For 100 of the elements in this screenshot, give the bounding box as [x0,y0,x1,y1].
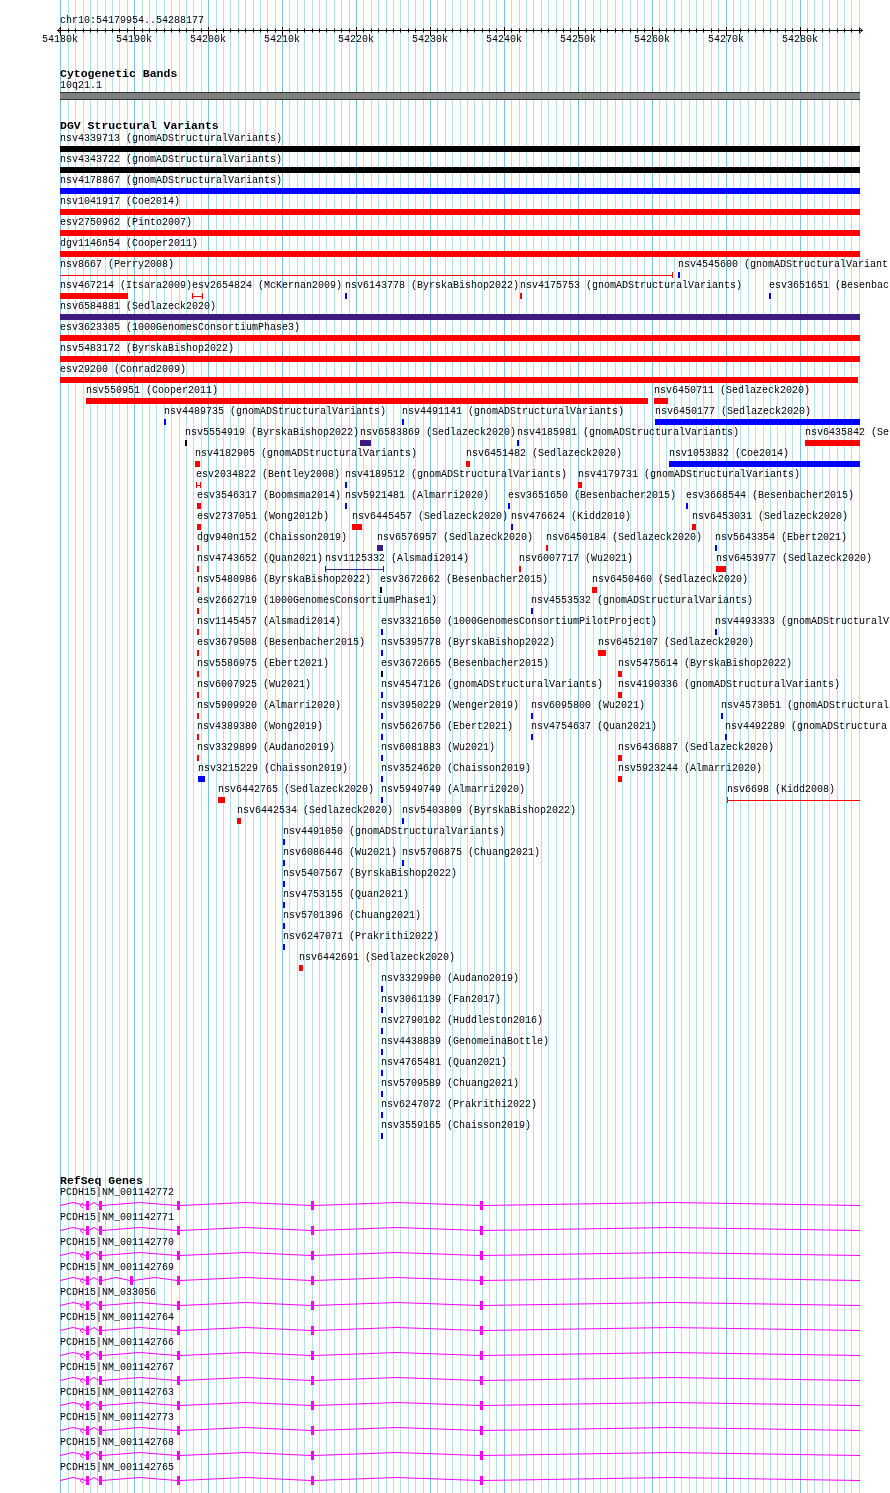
variant-label: nsv6143778 (ByrskaBishop2022) [345,280,520,292]
variant-label: nsv4185981 (gnomADStructuralVariants) [517,427,740,439]
variant-label: esv2737051 (Wong2012b) [197,511,330,523]
transcript-label: PCDH15|NM_001142766 [60,1337,175,1349]
variant-label: esv3321650 (1000GenomesConsortiumPilotProject) [381,616,658,628]
transcript-label: PCDH15|NM_001142765 [60,1462,175,1474]
variant-label: esv3623305 (1000GenomesConsortiumPhase3) [60,322,301,334]
variant-label: nsv5949749 (Almarri2020) [381,784,526,796]
variant-label: nsv6095800 (Wu2021) [531,700,646,712]
variant-label: nsv4489735 (gnomADStructuralVariants) [164,406,387,418]
variant-label: nsv6450460 (Sedlazeck2020) [592,574,749,586]
variant-label: nsv4491050 (gnomADStructuralVariants) [283,826,506,838]
variant-label: esv3668544 (Besenbacher2015) [686,490,855,502]
variant-label: nsv2790102 (Huddleston2016) [381,1015,544,1027]
variant-label: nsv4492289 (gnomADStructura [725,721,888,733]
variant-label: nsv3950229 (Wenger2019) [381,700,520,712]
transcript-label: PCDH15|NM_001142769 [60,1262,175,1274]
variant-label: nsv6435842 (Se [805,427,889,439]
variant-label: nsv6247071 (Prakrithi2022) [283,931,440,943]
variant-label: nsv4182905 (gnomADStructuralVariants) [195,448,418,460]
variant-label: nsv1145457 (Alsmadi2014) [197,616,342,628]
variant-label: nsv6442765 (Sedlazeck2020) [218,784,375,796]
variant-label: nsv3329900 (Audano2019) [381,973,520,985]
transcript-label: PCDH15|NM_001142767 [60,1362,175,1374]
ruler-tick-label: 54250k [560,34,596,46]
ruler-tick-label: 54210k [264,34,300,46]
variant-label: nsv5701396 (Chuang2021) [283,910,422,922]
variant-label: nsv4553532 (gnomADStructuralVariants) [531,595,754,607]
variant-label: nsv5483172 (ByrskaBishop2022) [60,343,235,355]
transcript-label: PCDH15|NM_001142772 [60,1187,175,1199]
variant-label: nsv4765481 (Quan2021) [381,1057,508,1069]
variant-label: nsv5709589 (Chuang2021) [381,1078,520,1090]
variant-label: nsv6445457 (Sedlazeck2020) [352,511,509,523]
variant-label: nsv4547126 (gnomADStructuralVariants) [381,679,604,691]
track-title: DGV Structural Variants [60,120,219,132]
ruler-tick-label: 54200k [190,34,226,46]
variant-label: esv3672662 (Besenbacher2015) [380,574,549,586]
variant-label: dgv940n152 (Chaisson2019) [197,532,348,544]
ruler-tick-label: 54230k [412,34,448,46]
variant-label: nsv3329899 (Audano2019) [197,742,336,754]
variant-label: nsv6007925 (Wu2021) [197,679,312,691]
transcript-label: PCDH15|NM_001142773 [60,1412,175,1424]
variant-label: nsv5407567 (ByrskaBishop2022) [283,868,458,880]
variant-label: nsv5475614 (ByrskaBishop2022) [618,658,793,670]
variant-label: nsv5921481 (Almarri2020) [345,490,490,502]
variant-label: nsv550951 (Cooper2011) [86,385,219,397]
transcript-label: PCDH15|NM_001142768 [60,1437,175,1449]
variant-label: nsv467214 (Itsara2009) [60,280,193,292]
variant-label: esv2034822 (Bentley2008) [196,469,341,481]
variant-label: nsv6576957 (Sedlazeck2020) [377,532,534,544]
variant-label: nsv6247072 (Prakrithi2022) [381,1099,538,1111]
variant-label: nsv6698 (Kidd2008) [727,784,836,796]
ruler-tick-label: 54220k [338,34,374,46]
variant-label: nsv3559165 (Chaisson2019) [381,1120,532,1132]
variant-label: nsv6442691 (Sedlazeck2020) [299,952,456,964]
variant-label: nsv5909920 (Almarri2020) [197,700,342,712]
variant-label: nsv3524620 (Chaisson2019) [381,763,532,775]
location-label: chr10:54179954..54288177 [60,15,205,27]
variant-label: nsv4438839 (GenomeinaBottle) [381,1036,550,1048]
variant-label: esv29200 (Conrad2009) [60,364,187,376]
variant-label: nsv6086446 (Wu2021) [283,847,398,859]
variant-label: nsv4743652 (Quan2021) [197,553,324,565]
variant-label: esv3651651 (Besenbac [769,280,890,292]
transcript-label: PCDH15|NM_001142770 [60,1237,175,1249]
transcript-label: PCDH15|NM_033056 [60,1287,156,1299]
variant-label: nsv4491141 (gnomADStructuralVariants) [402,406,625,418]
ruler-tick-label: 54280k [782,34,818,46]
variant-label: nsv3215229 (Chaisson2019) [198,763,349,775]
ruler-tick-label: 54260k [634,34,670,46]
variant-label: esv3651650 (Besenbacher2015) [508,490,677,502]
variant-label: nsv4573051 (gnomADStructural [721,700,890,712]
variant-label: nsv5480986 (ByrskaBishop2022) [197,574,372,586]
band-label: 10q21.1 [60,80,102,92]
variant-label: nsv5923244 (Almarri2020) [618,763,763,775]
variant-label: esv3672665 (Besenbacher2015) [381,658,550,670]
variant-label: nsv6451482 (Sedlazeck2020) [466,448,623,460]
ruler-tick-label: 54190k [116,34,152,46]
variant-label: nsv4753155 (Quan2021) [283,889,410,901]
variant-label: nsv4189512 (gnomADStructuralVariants) [345,469,568,481]
variant-label: nsv4175753 (gnomADStructuralVariants) [520,280,743,292]
track-title: RefSeq Genes [60,1175,143,1187]
variant-label: nsv476624 (Kidd2010) [511,511,632,523]
variant-label: esv2750962 (Pinto2007) [60,217,193,229]
variant-label: nsv5554919 (ByrskaBishop2022) [185,427,360,439]
variant-label: nsv6436887 (Sedlazeck2020) [618,742,775,754]
variant-label: nsv5626756 (Ebert2021) [381,721,514,733]
variant-label: dgv1146n54 (Cooper2011) [60,238,199,250]
variant-label: nsv4343722 (gnomADStructuralVariants) [60,154,283,166]
ruler-tick-label: 54240k [486,34,522,46]
variant-label: nsv6081883 (Wu2021) [381,742,496,754]
variant-label: nsv6450184 (Sedlazeck2020) [546,532,703,544]
variant-label: nsv5643354 (Ebert2021) [715,532,848,544]
ruler-tick-label: 54270k [708,34,744,46]
transcript-label: PCDH15|NM_001142764 [60,1312,175,1324]
variant-label: nsv4190336 (gnomADStructuralVariants) [618,679,841,691]
ruler-tick-label: 54180k [42,34,78,46]
variant-label: nsv6453977 (Sedlazeck2020) [716,553,873,565]
variant-label: esv2662719 (1000GenomesConsortiumPhase1) [197,595,438,607]
variant-label: nsv4545600 (gnomADStructuralVariant [678,259,889,271]
variant-label: esv3546317 (Boomsma2014) [197,490,342,502]
